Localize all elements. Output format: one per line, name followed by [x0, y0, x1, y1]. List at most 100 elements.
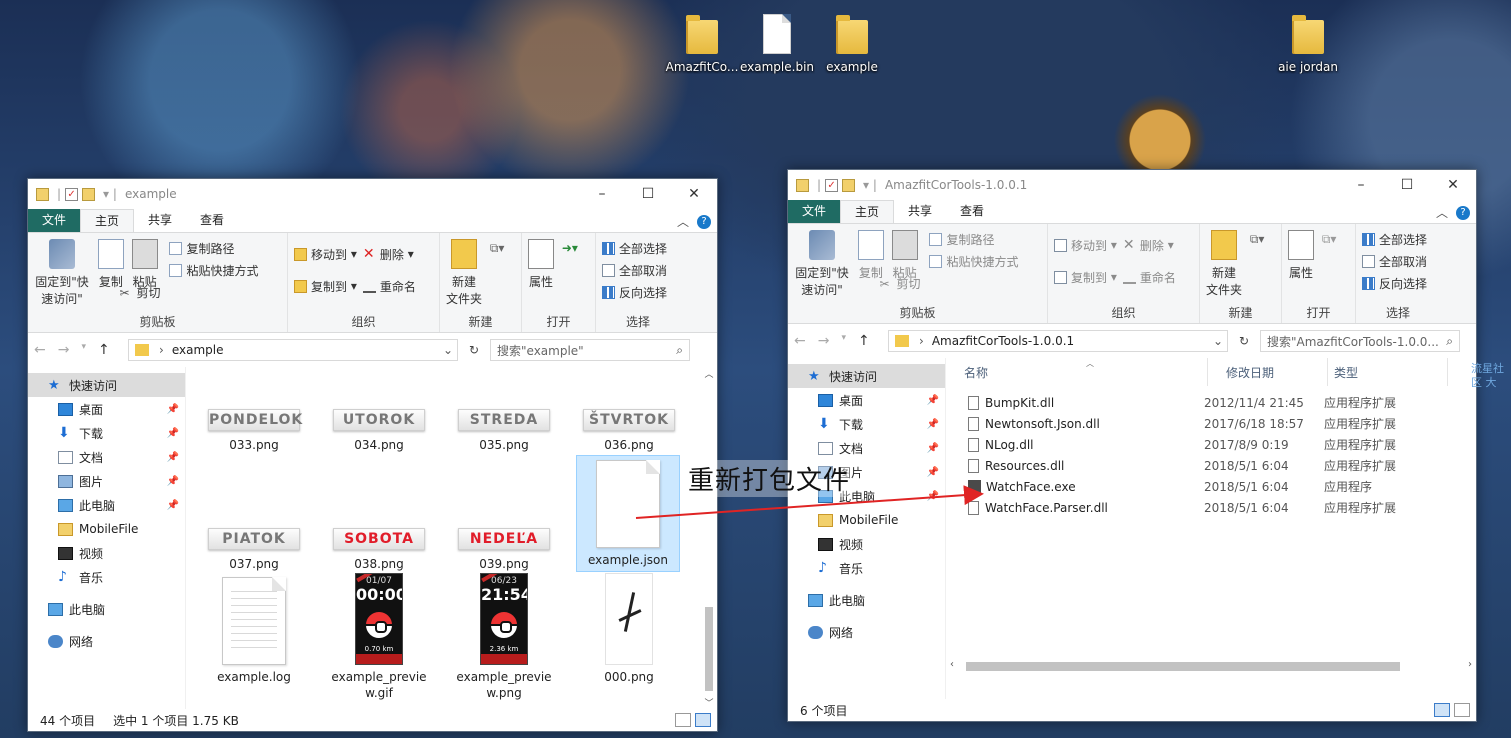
- column-date-modified[interactable]: 修改日期: [1208, 358, 1328, 386]
- file-item-example-log[interactable]: example.log: [202, 573, 306, 685]
- new-folder-button[interactable]: 新建 文件夹: [1206, 228, 1242, 298]
- copy-to-button[interactable]: 复制到 ▾: [1054, 266, 1117, 288]
- details-view-icon[interactable]: [675, 713, 691, 727]
- new-folder-quick-icon[interactable]: [82, 187, 96, 201]
- properties-quick-icon[interactable]: ✓: [825, 178, 839, 192]
- forward-arrow-icon[interactable]: →: [818, 333, 830, 349]
- column-name[interactable]: 名称: [946, 358, 1208, 386]
- properties-button[interactable]: 属性: [528, 237, 554, 290]
- chevron-down-icon[interactable]: ⌄: [1209, 334, 1227, 348]
- large-icons-view-icon[interactable]: [1454, 703, 1470, 717]
- file-item-037[interactable]: PIATOK 037.png: [202, 528, 306, 572]
- table-row[interactable]: NLog.dll 2017/8/9 0:19 应用程序扩展: [946, 434, 1476, 455]
- large-icons-view-icon[interactable]: [695, 713, 711, 727]
- back-arrow-icon[interactable]: ←: [34, 342, 46, 358]
- nav-this-pc-pinned[interactable]: 此电脑 📌: [28, 493, 185, 517]
- delete-button[interactable]: ✕ 删除 ▾: [1123, 234, 1174, 256]
- scroll-down-icon[interactable]: ﹀: [703, 696, 715, 709]
- rename-button[interactable]: 重命名: [1122, 266, 1176, 288]
- file-item-038[interactable]: SOBOTA 038.png: [327, 528, 431, 572]
- collapse-ribbon-icon[interactable]: ︿: [1436, 204, 1448, 221]
- nav-this-pc[interactable]: 此电脑: [788, 588, 945, 612]
- nav-videos[interactable]: 视频: [28, 541, 185, 565]
- file-item-036[interactable]: ŠTVRTOK 036.png: [577, 409, 681, 453]
- paste-shortcut-button[interactable]: 粘贴快捷方式: [929, 250, 1019, 272]
- table-row[interactable]: Newtonsoft.Json.dll 2017/6/18 18:57 应用程序扩展: [946, 413, 1476, 434]
- chevron-down-icon[interactable]: ⌄: [439, 343, 457, 357]
- details-view-icon[interactable]: [1434, 703, 1450, 717]
- customize-quick-access-icon[interactable]: ▾ |: [863, 178, 877, 192]
- scroll-right-icon[interactable]: ›: [1468, 659, 1472, 670]
- select-none-button[interactable]: 全部取消: [1362, 250, 1434, 272]
- select-all-button[interactable]: 全部选择: [1362, 228, 1434, 250]
- explorer-window-example[interactable]: | ✓ ▾ | example – ☐ ✕ 文件 主页 共享 查看 ︿? 固定到…: [27, 178, 718, 732]
- copy-path-button[interactable]: 复制路径: [169, 237, 258, 259]
- move-to-button[interactable]: 移动到 ▾: [294, 243, 357, 265]
- nav-desktop[interactable]: 桌面 📌: [28, 397, 185, 421]
- nav-documents[interactable]: 文档 📌: [28, 445, 185, 469]
- back-arrow-icon[interactable]: ←: [794, 333, 806, 349]
- tab-home[interactable]: 主页: [80, 209, 135, 232]
- table-row[interactable]: BumpKit.dll 2012/11/4 21:45 应用程序扩展: [946, 392, 1476, 413]
- nav-music[interactable]: ♪ 音乐: [28, 565, 185, 589]
- refresh-icon[interactable]: ↻: [1234, 334, 1254, 348]
- nav-desktop[interactable]: 桌面 📌: [788, 388, 945, 412]
- close-button[interactable]: ✕: [671, 186, 717, 202]
- nav-downloads[interactable]: ⬇ 下载 📌: [28, 421, 185, 445]
- explorer-window-amazfitcortools[interactable]: | ✓ ▾ | AmazfitCorTools-1.0.0.1 – ☐ ✕ 文件…: [787, 169, 1477, 722]
- tab-view[interactable]: 查看: [946, 200, 998, 223]
- nav-documents[interactable]: 文档 📌: [788, 436, 945, 460]
- pin-quick-access-button[interactable]: 固定到"快速访问": [34, 237, 90, 307]
- desktop-icon-amazfitcortools[interactable]: AmazfitCo...: [664, 12, 740, 74]
- up-arrow-icon[interactable]: ↑: [98, 342, 110, 358]
- nav-quick-access[interactable]: ★ 快速访问: [28, 373, 185, 397]
- nav-network[interactable]: 网络: [788, 620, 945, 644]
- scrollbar-thumb[interactable]: [966, 662, 1400, 671]
- help-icon[interactable]: ?: [697, 214, 711, 229]
- open-icon[interactable]: ⧉▾: [1322, 232, 1337, 247]
- scroll-left-icon[interactable]: ‹: [950, 659, 954, 670]
- file-item-example-preview-png[interactable]: 06/23 21:54 2.36 km example_previe w.png: [452, 573, 556, 701]
- pin-quick-access-button[interactable]: 固定到"快速访问": [794, 228, 850, 298]
- file-item-039[interactable]: NEDEĽA 039.png: [452, 528, 556, 572]
- column-type[interactable]: 类型: [1328, 358, 1448, 386]
- nav-downloads[interactable]: ⬇ 下载 📌: [788, 412, 945, 436]
- nav-videos[interactable]: 视频: [788, 532, 945, 556]
- file-item-033[interactable]: PONDELOK 033.png: [202, 409, 306, 453]
- copy-path-button[interactable]: 复制路径: [929, 228, 1018, 250]
- tab-file[interactable]: 文件: [28, 209, 81, 232]
- cut-button[interactable]: ✂ 剪切: [879, 272, 1018, 294]
- address-bar[interactable]: › AmazfitCorTools-1.0.0.1 ⌄: [888, 330, 1228, 352]
- delete-button[interactable]: ✕ 删除 ▾: [363, 243, 414, 265]
- maximize-button[interactable]: ☐: [1384, 177, 1430, 193]
- customize-quick-access-icon[interactable]: ▾ |: [103, 187, 117, 201]
- move-to-button[interactable]: 移动到 ▾: [1054, 234, 1117, 256]
- up-arrow-icon[interactable]: ↑: [858, 333, 870, 349]
- table-row[interactable]: WatchFace.Parser.dll 2018/5/1 6:04 应用程序扩展: [946, 497, 1476, 518]
- nav-music[interactable]: ♪ 音乐: [788, 556, 945, 580]
- invert-selection-button[interactable]: 反向选择: [1362, 272, 1434, 294]
- nav-network[interactable]: 网络: [28, 629, 185, 653]
- file-item-035[interactable]: STREDA 035.png: [452, 409, 556, 453]
- select-none-button[interactable]: 全部取消: [602, 259, 674, 281]
- file-item-000[interactable]: 000.png: [577, 573, 681, 685]
- forward-arrow-icon[interactable]: →: [58, 342, 70, 358]
- recent-dropdown-icon[interactable]: ▾: [841, 333, 846, 349]
- nav-quick-access[interactable]: ★ 快速访问: [788, 364, 945, 388]
- recent-dropdown-icon[interactable]: ▾: [81, 342, 86, 358]
- desktop-icon-example-bin[interactable]: example.bin: [739, 12, 815, 74]
- close-button[interactable]: ✕: [1430, 177, 1476, 193]
- nav-mobilefile[interactable]: MobileFile: [788, 508, 945, 532]
- scrollbar-thumb[interactable]: [705, 607, 713, 691]
- tab-view[interactable]: 查看: [186, 209, 238, 232]
- select-all-button[interactable]: 全部选择: [602, 237, 674, 259]
- title-bar[interactable]: | ✓ ▾ | AmazfitCorTools-1.0.0.1 – ☐ ✕: [788, 170, 1476, 200]
- new-folder-button[interactable]: 新建 文件夹: [446, 237, 482, 307]
- new-item-icon[interactable]: ⧉▾: [490, 241, 505, 256]
- properties-quick-icon[interactable]: ✓: [65, 187, 79, 201]
- cut-button[interactable]: ✂ 剪切: [119, 281, 258, 303]
- scroll-up-icon[interactable]: ︿: [703, 367, 715, 380]
- search-input[interactable]: 搜索"example" ⌕: [490, 339, 690, 361]
- tab-home[interactable]: 主页: [840, 200, 895, 223]
- new-folder-quick-icon[interactable]: [842, 178, 856, 192]
